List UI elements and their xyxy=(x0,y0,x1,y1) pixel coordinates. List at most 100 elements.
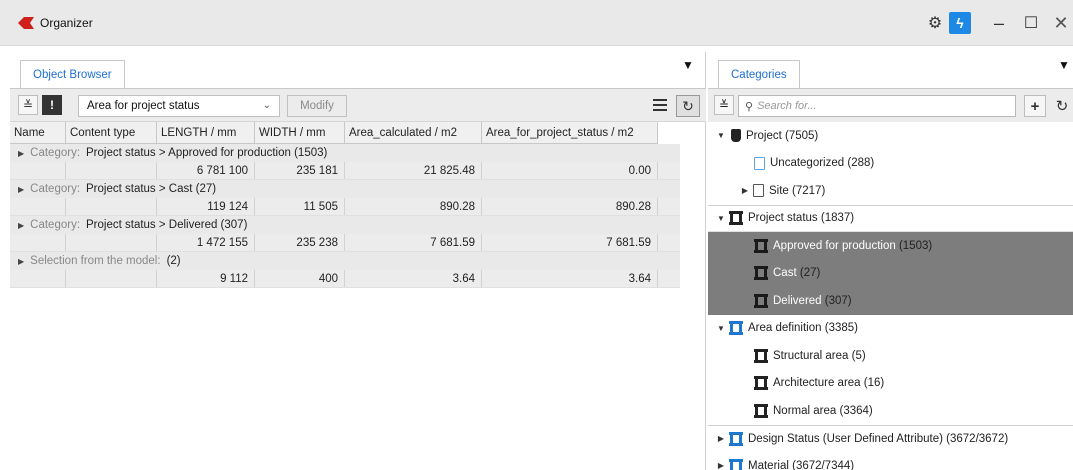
summary-row[interactable]: 9 112 400 3.64 3.64 xyxy=(10,270,680,288)
app-logo-icon xyxy=(18,17,34,29)
expand-arrow-icon[interactable]: ▶ xyxy=(18,149,24,158)
tab-categories[interactable]: Categories xyxy=(718,60,800,88)
group-row[interactable]: ▶ Category: Project status > Delivered (… xyxy=(10,216,680,234)
tree-item-project[interactable]: ▼ Project (7505) xyxy=(708,122,1073,150)
cell-area-for-project-status: 0.00 xyxy=(482,162,658,179)
cell-content-type xyxy=(66,234,157,251)
group-prefix: Selection from the model: xyxy=(30,255,161,267)
summary-row[interactable]: 119 124 11 505 890.28 890.28 xyxy=(10,198,680,216)
list-view-icon[interactable] xyxy=(650,96,670,114)
modify-button[interactable]: Modify xyxy=(287,95,347,117)
tree-item-count: (5) xyxy=(851,349,866,362)
tree-item-label: Structural area xyxy=(773,349,849,362)
summary-row[interactable]: 1 472 155 235 238 7 681.59 7 681.59 xyxy=(10,234,680,252)
tree-item-design-status[interactable]: ▶ Design Status (User Defined Attribute)… xyxy=(708,424,1073,453)
collapsed-arrow-icon[interactable]: ▶ xyxy=(740,186,750,195)
column-header[interactable]: Content type xyxy=(66,122,157,143)
minimize-button[interactable]: – xyxy=(988,12,1010,34)
category-frame-icon xyxy=(754,403,768,418)
collapse-filter-icon[interactable]: ≚ xyxy=(18,95,38,115)
column-header[interactable]: WIDTH / mm xyxy=(255,122,345,143)
refresh-icon[interactable]: ↻ xyxy=(676,95,700,117)
tree-item-label: Approved for production xyxy=(773,239,896,252)
category-frame-icon xyxy=(729,211,743,226)
category-frame-icon xyxy=(754,293,768,308)
panel-menu-icon[interactable]: ▼ xyxy=(1058,58,1070,72)
tree-item-label: Cast xyxy=(773,267,797,280)
tree-item-count: (16) xyxy=(863,377,885,390)
tab-object-browser[interactable]: Object Browser xyxy=(20,60,125,88)
cell-name xyxy=(10,162,66,179)
group-title: Project status > Cast (27) xyxy=(86,183,217,195)
tree-item-uncategorized[interactable]: Uncategorized (288) xyxy=(708,150,1073,178)
cell-area-calculated: 3.64 xyxy=(345,270,482,287)
expanded-arrow-icon[interactable]: ▼ xyxy=(716,214,726,223)
group-row[interactable]: ▶ Category: Project status > Cast (27) xyxy=(10,180,680,198)
group-prefix: Category: xyxy=(30,183,81,195)
tree-item-count: (307) xyxy=(824,294,852,307)
cell-name xyxy=(10,270,66,287)
collapse-filter-icon[interactable]: ≚ xyxy=(714,95,734,115)
cell-area-calculated: 7 681.59 xyxy=(345,234,482,251)
tree-item-delivered[interactable]: Delivered (307) xyxy=(708,287,1073,315)
tree-item-site[interactable]: ▶ Site (7217) xyxy=(708,177,1073,205)
tree-item-label: Material xyxy=(748,459,789,470)
column-header[interactable]: Area_for_project_status / m2 xyxy=(482,122,658,143)
tree-item-label: Uncategorized xyxy=(770,157,845,170)
tree-item-cast[interactable]: Cast (27) xyxy=(708,259,1073,287)
tree-item-normal-area[interactable]: Normal area (3364) xyxy=(708,397,1073,425)
tree-item-count: (7217) xyxy=(792,184,826,197)
tree-item-structural-area[interactable]: Structural area (5) xyxy=(708,342,1073,370)
cell-length: 119 124 xyxy=(157,198,255,215)
panel-menu-icon[interactable]: ▼ xyxy=(682,58,694,72)
report-settings-icon[interactable]: ! xyxy=(42,95,62,115)
settings-gear-icon[interactable]: ⚙ xyxy=(924,12,946,34)
column-header-row: Name Content type LENGTH / mm WIDTH / mm… xyxy=(10,122,658,144)
column-header[interactable]: LENGTH / mm xyxy=(157,122,255,143)
group-title: (2) xyxy=(166,255,181,267)
collapsed-arrow-icon[interactable]: ▶ xyxy=(716,434,726,443)
tree-item-label: Architecture area xyxy=(773,377,861,390)
tree-item-area-definition[interactable]: ▼ Area definition (3385) xyxy=(708,315,1073,343)
collapsed-arrow-icon[interactable]: ▶ xyxy=(716,461,726,470)
summary-row[interactable]: 6 781 100 235 181 21 825.48 0.00 xyxy=(10,162,680,180)
report-select[interactable]: Area for project status ⌄ xyxy=(78,95,280,117)
expanded-arrow-icon[interactable]: ▼ xyxy=(716,131,726,140)
cell-area-calculated: 21 825.48 xyxy=(345,162,482,179)
group-row[interactable]: ▶ Selection from the model: (2) xyxy=(10,252,680,270)
cell-width: 235 181 xyxy=(255,162,345,179)
category-frame-icon xyxy=(729,321,743,336)
tree-item-material[interactable]: ▶ Material (3672/7344) xyxy=(708,452,1073,470)
cell-content-type xyxy=(66,162,157,179)
column-header[interactable]: Name xyxy=(10,122,66,143)
search-input[interactable]: ⚲ Search for... xyxy=(738,95,1016,117)
tree-item-label: Project status xyxy=(748,212,818,225)
expand-arrow-icon[interactable]: ▶ xyxy=(18,221,24,230)
tree-item-approved-for-production[interactable]: Approved for production (1503) xyxy=(708,232,1073,260)
window-title: Organizer xyxy=(40,16,93,30)
group-prefix: Category: xyxy=(30,147,81,159)
expanded-arrow-icon[interactable]: ▼ xyxy=(716,324,726,333)
tree-item-label: Design Status (User Defined Attribute) xyxy=(748,432,943,445)
title-bar: Organizer ⚙ ϟ – ☐ ✕ xyxy=(0,0,1073,46)
categories-toolbar: ≚ ⚲ Search for... + ↻ xyxy=(708,88,1073,122)
cell-area-for-project-status: 7 681.59 xyxy=(482,234,658,251)
close-button[interactable]: ✕ xyxy=(1050,12,1072,34)
tree-item-architecture-area[interactable]: Architecture area (16) xyxy=(708,370,1073,398)
maximize-button[interactable]: ☐ xyxy=(1020,12,1042,34)
chevron-down-icon: ⌄ xyxy=(262,100,271,111)
expand-arrow-icon[interactable]: ▶ xyxy=(18,185,24,194)
tree-item-label: Area definition xyxy=(748,322,822,335)
plugin-icon[interactable]: ϟ xyxy=(949,12,971,34)
refresh-icon[interactable]: ↻ xyxy=(1051,95,1073,117)
add-category-button[interactable]: + xyxy=(1024,95,1046,117)
categories-panel: Categories ▼ ≚ ⚲ Search for... + ↻ ▼ Pro… xyxy=(708,52,1073,470)
column-header[interactable]: Area_calculated / m2 xyxy=(345,122,482,143)
tree-item-count: (3364) xyxy=(839,404,873,417)
grid-body: ▶ Category: Project status > Approved fo… xyxy=(10,144,680,288)
expand-arrow-icon[interactable]: ▶ xyxy=(18,257,24,266)
group-row[interactable]: ▶ Category: Project status > Approved fo… xyxy=(10,144,680,162)
tree-item-project-status[interactable]: ▼ Project status (1837) xyxy=(708,204,1073,232)
cell-length: 1 472 155 xyxy=(157,234,255,251)
object-browser-toolbar: ≚ ! Area for project status ⌄ Modify ↻ xyxy=(10,88,706,122)
